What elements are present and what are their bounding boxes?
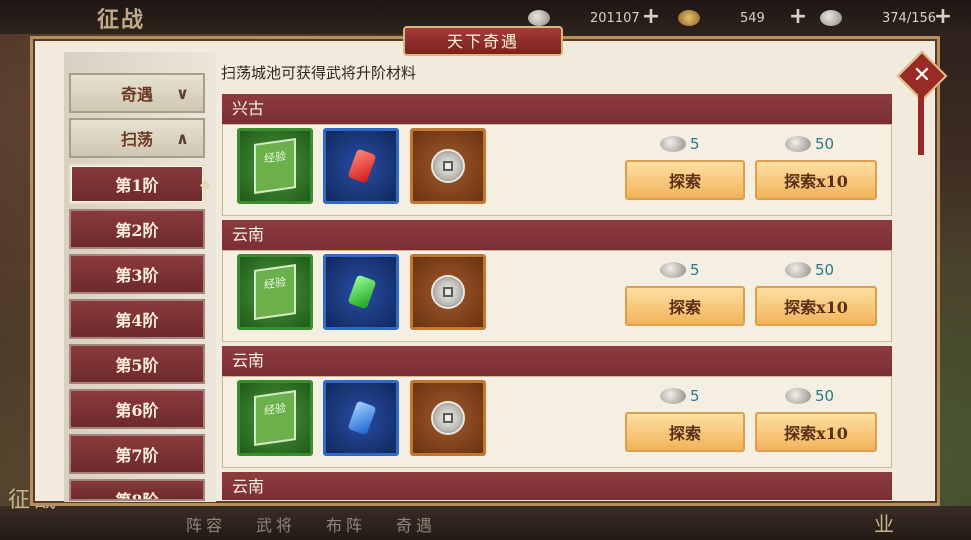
sidebar-item-tier-6[interactable]: 第6阶 xyxy=(69,389,205,429)
category-label: 扫荡 xyxy=(120,130,153,149)
sidebar-item-tier-2[interactable]: 第2阶 xyxy=(69,209,205,249)
tier-label: 第7阶 xyxy=(115,446,159,465)
exp-book-icon: 经验 xyxy=(254,390,296,446)
explore-x10-button[interactable]: 探索x10 xyxy=(755,412,877,452)
cost-single: 5 xyxy=(660,260,700,280)
scene-title: 征战 xyxy=(97,7,146,33)
explore-button[interactable]: 探索 xyxy=(625,286,745,326)
sweep-hint: 扫荡城池可获得武将升阶材料 xyxy=(221,64,417,82)
sidebar-item-tier-3[interactable]: 第3阶 xyxy=(69,254,205,294)
category-label: 奇遇 xyxy=(120,85,153,104)
bottom-nav xyxy=(0,506,971,540)
city-name: 兴古 xyxy=(222,94,892,124)
silver-icon xyxy=(528,10,550,26)
exp-book-item[interactable]: 经验 xyxy=(237,380,313,456)
gold-resource: 549 xyxy=(678,7,765,29)
city-name: 云南 xyxy=(222,346,892,376)
nav-generals[interactable]: 武将 xyxy=(256,512,296,536)
gem-item[interactable] xyxy=(323,128,399,204)
cost-ten: 50 xyxy=(785,134,834,154)
tier-label: 第4阶 xyxy=(115,311,159,330)
tier-label: 第5阶 xyxy=(115,356,159,375)
green-gem-icon xyxy=(347,274,377,310)
chevron-up-icon: ∧ xyxy=(176,129,189,148)
silver-value: 201107 xyxy=(590,10,640,26)
stamina-icon xyxy=(785,136,811,152)
blue-gem-icon xyxy=(347,400,377,436)
explore-x10-button[interactable]: 探索x10 xyxy=(755,160,877,200)
chevron-down-icon: ∨ xyxy=(176,84,189,103)
city-name: 云南 xyxy=(222,472,892,500)
tassel-decoration xyxy=(918,95,924,155)
cost-value: 5 xyxy=(690,261,700,279)
stamina-icon xyxy=(820,10,842,26)
coins-icon xyxy=(431,275,465,309)
stamina-icon xyxy=(660,388,686,404)
sidebar-item-tier-4[interactable]: 第4阶 xyxy=(69,299,205,339)
tier-label: 第8阶 xyxy=(115,491,159,501)
sidebar-category-sweep[interactable]: 扫荡 ∧ xyxy=(69,118,205,158)
exp-book-icon: 经验 xyxy=(254,264,296,320)
tier-label: 第3阶 xyxy=(115,266,159,285)
stamina-icon xyxy=(785,388,811,404)
sidebar-item-tier-1[interactable]: 第1阶 xyxy=(69,164,205,204)
nav-formation[interactable]: 布阵 xyxy=(326,512,366,536)
tier-label: 第2阶 xyxy=(115,221,159,240)
stamina-resource: 374/156 xyxy=(820,7,936,29)
close-icon[interactable]: ✕ xyxy=(904,58,940,94)
sidebar-item-tier-7[interactable]: 第7阶 xyxy=(69,434,205,474)
add-gold-button[interactable]: + xyxy=(787,6,809,28)
cost-single: 5 xyxy=(660,134,700,154)
stamina-icon xyxy=(660,136,686,152)
exp-book-icon: 经验 xyxy=(254,138,296,194)
tier-label: 第1阶 xyxy=(115,176,159,195)
exp-book-item[interactable]: 经验 xyxy=(237,128,313,204)
selected-arrow-icon: ◆ xyxy=(200,177,211,193)
cost-ten: 50 xyxy=(785,260,834,280)
coin-item[interactable] xyxy=(410,380,486,456)
stamina-icon xyxy=(660,262,686,278)
explore-x10-button[interactable]: 探索x10 xyxy=(755,286,877,326)
gold-ingot-icon xyxy=(678,10,700,26)
exp-book-item[interactable]: 经验 xyxy=(237,254,313,330)
cost-value: 50 xyxy=(815,261,835,279)
stamina-icon xyxy=(785,262,811,278)
cost-value: 5 xyxy=(690,387,700,405)
sidebar-item-tier-8[interactable]: 第8阶 xyxy=(69,479,205,501)
explore-button[interactable]: 探索 xyxy=(625,412,745,452)
cost-value: 5 xyxy=(690,135,700,153)
city-section: 云南 xyxy=(222,472,892,500)
stamina-value: 374/156 xyxy=(882,10,937,26)
bottom-right-label[interactable]: 业 xyxy=(874,508,898,537)
tier-label: 第6阶 xyxy=(115,401,159,420)
gem-item[interactable] xyxy=(323,380,399,456)
sidebar-item-tier-5[interactable]: 第5阶 xyxy=(69,344,205,384)
coin-item[interactable] xyxy=(410,254,486,330)
cost-single: 5 xyxy=(660,386,700,406)
cost-ten: 50 xyxy=(785,386,834,406)
nav-lineup[interactable]: 阵容 xyxy=(186,512,226,536)
panel-title: 天下奇遇 xyxy=(403,26,563,56)
add-silver-button[interactable]: + xyxy=(640,6,662,28)
cost-value: 50 xyxy=(815,135,835,153)
city-name: 云南 xyxy=(222,220,892,250)
coins-icon xyxy=(431,401,465,435)
sidebar-category-adventure[interactable]: 奇遇 ∨ xyxy=(69,73,205,113)
coins-icon xyxy=(431,149,465,183)
gold-value: 549 xyxy=(740,10,765,26)
add-stamina-button[interactable]: + xyxy=(932,6,954,28)
coin-item[interactable] xyxy=(410,128,486,204)
red-gem-icon xyxy=(347,148,377,184)
cost-value: 50 xyxy=(815,387,835,405)
gem-item[interactable] xyxy=(323,254,399,330)
explore-button[interactable]: 探索 xyxy=(625,160,745,200)
nav-adventure[interactable]: 奇遇 xyxy=(396,512,436,536)
